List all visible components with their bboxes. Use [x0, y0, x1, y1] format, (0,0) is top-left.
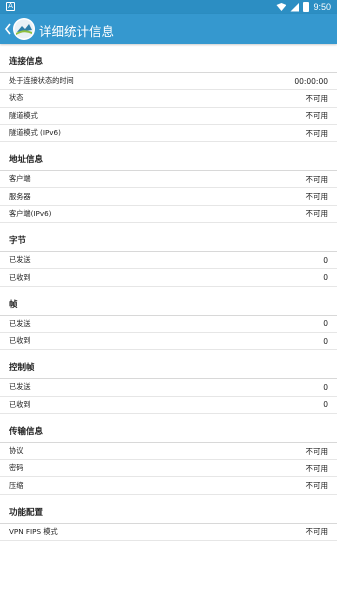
row-value: 0 — [323, 255, 328, 265]
status-icons: 9:50 — [276, 2, 331, 12]
row-value: 0 — [323, 382, 328, 392]
row-label: 处于连接状态的时间 — [9, 76, 74, 86]
row-value: 0 — [323, 273, 328, 283]
app-bar: 详细统计信息 — [0, 14, 337, 44]
section-header: 地址信息 — [0, 142, 337, 172]
row-value: 不可用 — [305, 111, 329, 121]
row-value: 0 — [323, 400, 328, 410]
list-item: 已收到 0 — [0, 269, 337, 287]
list-item: 已发送 0 — [0, 316, 337, 333]
row-label: 密码 — [9, 463, 24, 473]
row-label: 已收到 — [9, 272, 31, 282]
list-item: 协议 不可用 — [0, 443, 337, 461]
section-header: 帧 — [0, 287, 337, 316]
section-bytes: 字节 已发送 0 已收到 0 — [0, 223, 337, 287]
signal-icon — [290, 2, 300, 12]
list-item: 密码 不可用 — [0, 460, 337, 478]
list-item: 状态 不可用 — [0, 90, 337, 108]
section-connection-info: 连接信息 处于连接状态的时间 00:00:00 状态 不可用 隧道模式 不可用 … — [0, 44, 337, 143]
clock: 9:50 — [313, 2, 331, 12]
row-value: 不可用 — [305, 128, 329, 138]
section-header: 连接信息 — [0, 44, 337, 73]
list-item: 处于连接状态的时间 00:00:00 — [0, 73, 337, 91]
notification-a-icon: A — [6, 2, 15, 11]
row-value: 不可用 — [305, 463, 329, 473]
section-address-info: 地址信息 客户端 不可用 服务器 不可用 客户端(IPv6) 不可用 — [0, 142, 337, 224]
list-item: 服务器 不可用 — [0, 188, 337, 206]
row-label: 客户端(IPv6) — [9, 208, 52, 218]
row-label: 已发送 — [9, 382, 31, 392]
row-value: 不可用 — [305, 174, 329, 184]
section-feature-config: 功能配置 VPN FIPS 模式 不可用 — [0, 495, 337, 542]
row-value: 不可用 — [305, 446, 329, 456]
list-item: 隧道模式 (IPv6) 不可用 — [0, 125, 337, 143]
section-header: 控制帧 — [0, 350, 337, 380]
row-label: 客户端 — [9, 174, 31, 184]
row-value: 不可用 — [305, 93, 329, 103]
row-value: 不可用 — [305, 192, 329, 202]
row-label: 已发送 — [9, 318, 31, 328]
section-header: 传输信息 — [0, 414, 337, 443]
back-arrow-icon[interactable] — [4, 23, 12, 35]
stats-list[interactable]: 连接信息 处于连接状态的时间 00:00:00 状态 不可用 隧道模式 不可用 … — [0, 44, 337, 600]
list-item: 客户端(IPv6) 不可用 — [0, 206, 337, 224]
section-frames: 帧 已发送 0 已收到 0 — [0, 287, 337, 351]
status-bar: A 9:50 — [0, 0, 337, 14]
list-item: 压缩 不可用 — [0, 477, 337, 495]
row-label: 服务器 — [9, 191, 31, 201]
row-value: 00:00:00 — [294, 76, 328, 86]
page-title: 详细统计信息 — [39, 24, 115, 39]
list-item: 已收到 0 — [0, 333, 337, 351]
list-item: 已收到 0 — [0, 397, 337, 414]
section-control-frames: 控制帧 已发送 0 已收到 0 — [0, 350, 337, 414]
list-item: 已发送 0 — [0, 252, 337, 270]
list-item: VPN FIPS 模式 不可用 — [0, 524, 337, 542]
row-label: 已收到 — [9, 336, 31, 346]
list-item: 已发送 0 — [0, 379, 337, 397]
row-value: 0 — [323, 319, 328, 329]
section-header: 字节 — [0, 223, 337, 253]
section-transport-info: 传输信息 协议 不可用 密码 不可用 压缩 不可用 — [0, 414, 337, 495]
row-label: VPN FIPS 模式 — [9, 526, 58, 536]
row-value: 0 — [323, 336, 328, 346]
section-header: 功能配置 — [0, 495, 337, 524]
list-item: 隧道模式 不可用 — [0, 108, 337, 125]
row-value: 不可用 — [305, 527, 329, 537]
row-label: 协议 — [9, 446, 24, 455]
row-label: 状态 — [9, 93, 24, 103]
row-label: 隧道模式 — [9, 110, 38, 120]
row-label: 已发送 — [9, 255, 31, 265]
row-label: 压缩 — [9, 480, 24, 490]
battery-icon — [303, 2, 310, 12]
row-value: 不可用 — [305, 481, 329, 491]
wifi-icon — [276, 3, 287, 11]
row-label: 隧道模式 (IPv6) — [9, 128, 61, 138]
list-item: 客户端 不可用 — [0, 171, 337, 189]
row-value: 不可用 — [305, 209, 329, 219]
row-label: 已收到 — [9, 399, 31, 409]
app-logo-icon[interactable] — [12, 17, 36, 41]
